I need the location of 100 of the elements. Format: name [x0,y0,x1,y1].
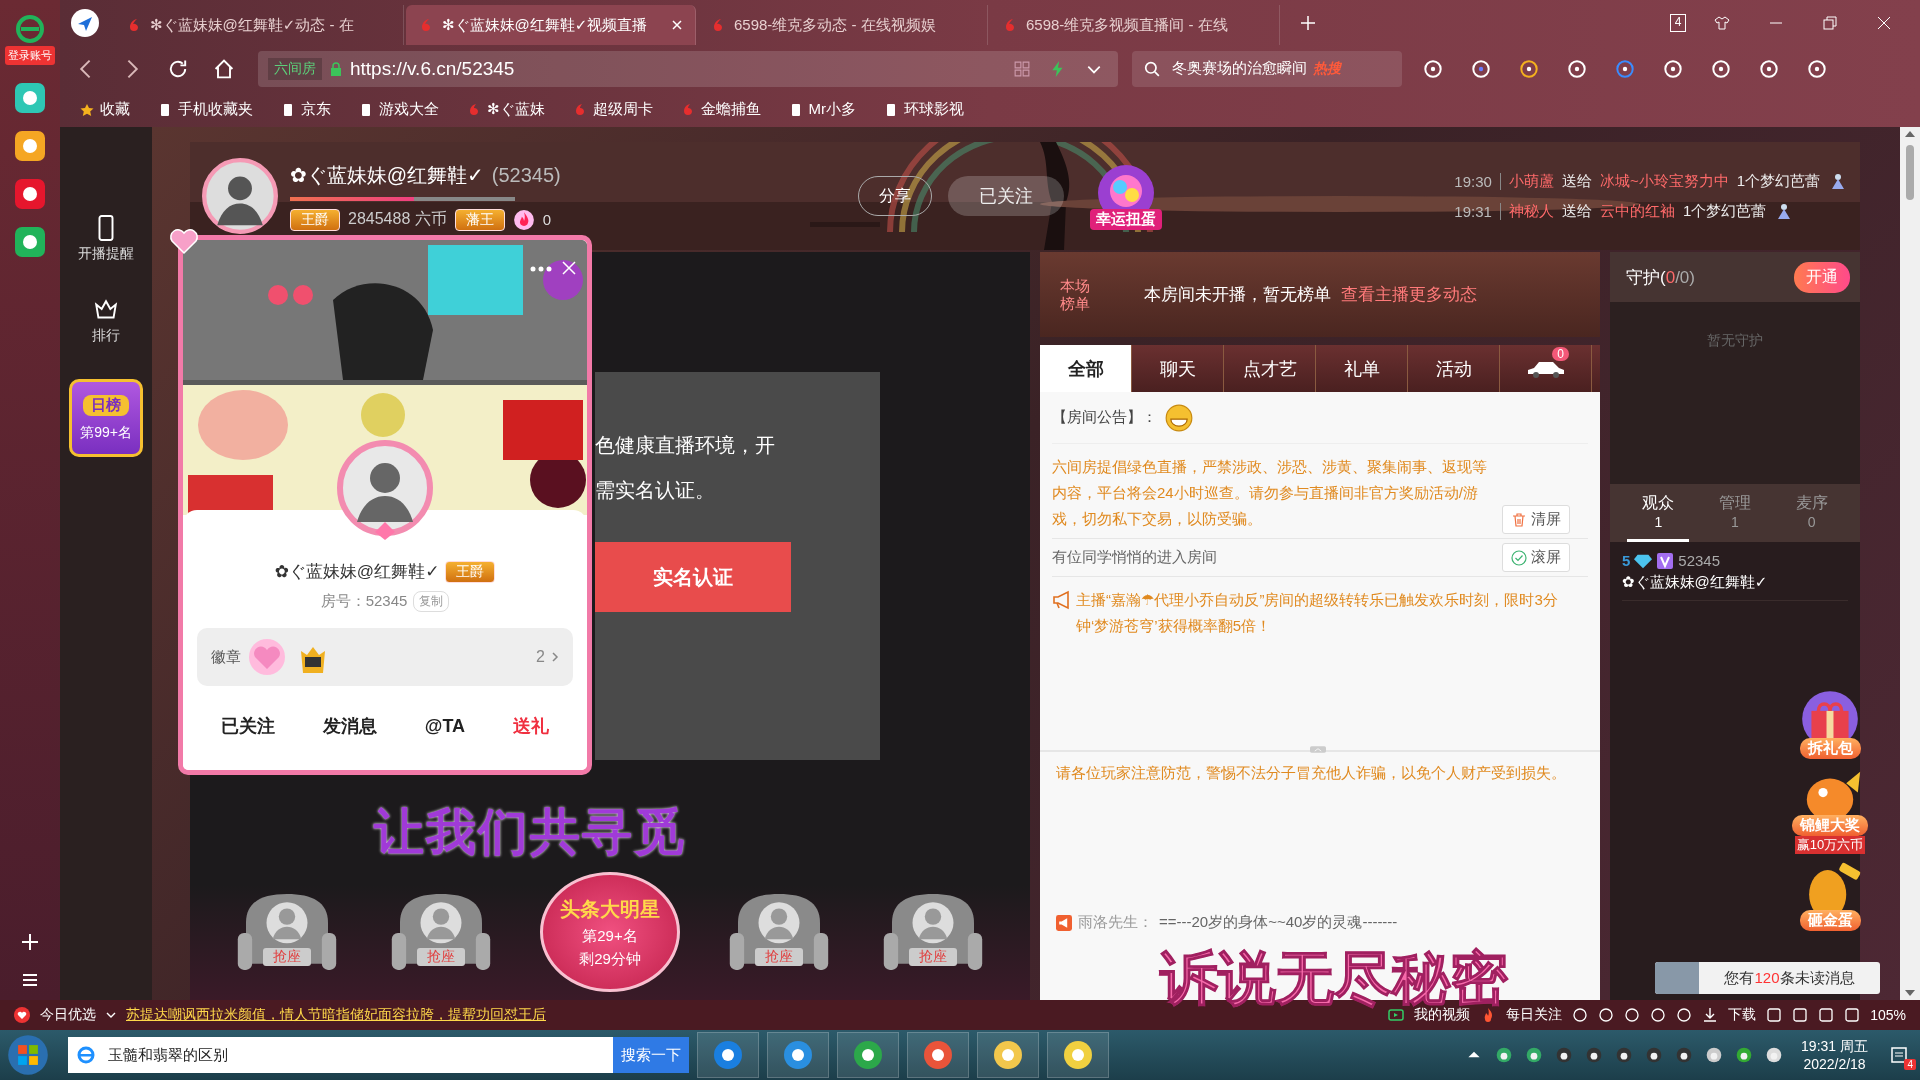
scroll-lock-button[interactable]: 滚屏 [1502,543,1570,572]
anchor-updates-link[interactable]: 查看主播更多动态 [1341,283,1477,306]
status-tool-icon[interactable] [1844,1007,1861,1023]
rank-toggle[interactable]: 本场 榜单 [1060,276,1090,313]
badges-row[interactable]: 徽章 2 [197,628,573,686]
heart-badge-icon [247,637,287,677]
new-tab-icon[interactable] [1300,14,1316,31]
bookmark[interactable]: ✻ぐ蓝妹 [467,100,545,119]
audience-tab[interactable]: 管理 1 [1704,484,1766,542]
guard-empty-text: 暂无守护 [1707,332,1763,350]
browser-tab[interactable]: ✻ぐ蓝妹妹@红舞鞋✓动态 - 在 [114,5,404,45]
unread-messages-bar[interactable]: 您有120条未读消息 [1655,962,1880,994]
clear-screen-button[interactable]: 清屏 [1502,505,1570,534]
tab-count[interactable]: 4 [1670,13,1686,32]
search-value: 冬奥赛场的治愈瞬间 [1172,59,1307,78]
headline-star-badge[interactable]: 头条大明星 第29+名 剩29分钟 [540,872,680,992]
video-icon [1388,1007,1405,1023]
news-headline-link[interactable]: 苏提达嘲讽西拉米颜值，情人节暗指储妃面容拉胯，提帮功回怼王后 [126,1006,546,1024]
search-field[interactable]: 冬奥赛场的治愈瞬间 热搜 [1132,50,1402,87]
today-picks-label[interactable]: 今日优选 [40,1006,96,1024]
browser-tab[interactable]: 6598-维克多动态 - 在线视频娱 [698,5,988,45]
status-tool-icon[interactable] [1766,1007,1783,1023]
close-icon[interactable] [561,260,577,276]
browser-tab[interactable]: ✻ぐ蓝妹妹@红舞鞋✓视频直播 [406,5,696,45]
start-button-icon[interactable] [6,1033,50,1077]
message-text: ==---20岁的身体~~40岁的灵魂------- [1159,913,1398,932]
vip-v-icon [1656,552,1675,569]
status-tool-icon[interactable] [1792,1007,1809,1023]
hot-tag: 热搜 [1313,59,1341,78]
clock[interactable]: 19:31 周五 2022/2/18 [1801,1038,1868,1072]
close-icon[interactable] [671,19,683,31]
announcement-label: 【房间公告】： [1052,408,1157,427]
broadcast-message: 主播“嘉瀚☂代理小乔自动反”房间的超级转转乐已触发欢乐时刻，限时3分钟‘梦游苍穹’获得概率翻5倍！ [1076,590,1559,636]
notice-text: 色健康直播环境，开 [595,433,776,458]
download-icon[interactable] [1702,1007,1719,1023]
sidebar-item[interactable]: 开播提醒 [78,215,134,263]
profile-name: ✿ぐ蓝妹妹@红舞鞋✓ [274,561,440,583]
status-tool-icon[interactable] [1650,1007,1667,1023]
chevron-down-icon[interactable] [106,1010,116,1020]
status-tool-icon[interactable] [1676,1007,1693,1023]
my-videos-link[interactable]: 我的视频 [1414,1006,1471,1024]
url-text: https://v.6.cn/52345 [350,57,515,80]
status-tool-icon[interactable] [1818,1007,1835,1023]
scroll-up-icon[interactable] [1905,131,1915,137]
car-count-badge: 0 [1552,347,1569,361]
notification-center-button[interactable]: 4 [1884,1040,1914,1070]
status-tool-icon[interactable] [1624,1007,1641,1023]
bookmark[interactable]: 游戏大全 [359,100,439,119]
restore-icon[interactable] [1822,14,1838,31]
profile-action-button[interactable]: 送礼 [503,706,559,746]
bookmark[interactable]: 金蟾捕鱼 [680,100,761,119]
audience-tab[interactable]: 观众 1 [1627,484,1690,542]
banner-text: 让我们共寻觅 [374,807,686,857]
audience-tab[interactable]: 麦序 0 [1780,484,1843,542]
diamond-icon [1634,552,1653,569]
add-icon[interactable] [20,932,40,952]
verify-button[interactable]: 实名认证 [595,542,791,612]
bookmark[interactable]: 收藏 [80,100,130,119]
profile-action-button[interactable]: @TA [414,706,476,746]
scrollbar-thumb[interactable] [1906,145,1914,200]
status-tool-icon[interactable] [1598,1007,1615,1023]
bookmark[interactable]: 手机收藏夹 [158,100,253,119]
scroll-down-icon[interactable] [1905,990,1915,996]
bookmark[interactable]: 京东 [281,100,331,119]
sidebar-item[interactable]: 排行 [92,297,120,345]
status-tool-icon[interactable] [1572,1007,1589,1023]
bookmark[interactable]: Mr小多 [788,100,857,119]
browser-logo-icon[interactable] [15,14,45,44]
check-circle-icon [1511,549,1527,566]
grin-emoji-icon [1165,403,1193,432]
collapse-handle-icon[interactable] [1310,746,1326,753]
promo-button[interactable]: 锦鲤大奖 赢10万六币 [1790,767,1870,854]
chevron-right-icon [551,651,559,663]
daily-follow-link[interactable]: 每日关注 [1506,1006,1563,1024]
megaphone-icon [1052,590,1072,610]
shirt-icon[interactable] [1714,14,1730,31]
compass-icon[interactable] [70,7,100,38]
overlay-text: 诉说无尽秘密 [1160,949,1508,1007]
fraud-warning: 请各位玩家注意防范，警惕不法分子冒充他人诈骗，以免个人财产受到损失。 [1056,763,1567,783]
chat-tab[interactable]: 全部 [1040,345,1132,392]
profile-action-button[interactable]: 发消息 [312,706,387,746]
taskbar-search-field[interactable]: 玉髓和翡翠的区别 [68,1037,613,1073]
zoom-level[interactable]: 105% [1870,1007,1906,1023]
bookmark[interactable]: 环球影视 [884,100,965,119]
profile-action-button[interactable]: 已关注 [210,706,285,746]
bookmark[interactable]: 超级周卡 [572,100,653,119]
close-icon[interactable] [1876,14,1892,31]
daily-rank-badge[interactable]: 日榜 第99+名 [69,379,143,457]
viewer-item[interactable]: 5 52345 ✿ぐ蓝妹妹@红舞鞋✓ [1622,552,1848,601]
taskbar-search-button[interactable]: 搜索一下 [613,1037,689,1073]
more-icon[interactable] [529,265,553,273]
browser-tab[interactable]: 6598-维克多视频直播间 - 在线 [990,5,1280,45]
notice-text: 需实名认证。 [595,478,716,503]
page-icon [281,102,295,117]
address-field[interactable]: 六间房 https://v.6.cn/52345 [258,50,1118,87]
six-logo-icon [467,102,481,117]
login-label[interactable]: 登录账号 [5,46,55,65]
download-label[interactable]: 下载 [1728,1006,1757,1024]
entry-message: 有位同学悄悄的进入房间 [1052,548,1217,567]
room-number: 房号：52345 [320,592,408,611]
